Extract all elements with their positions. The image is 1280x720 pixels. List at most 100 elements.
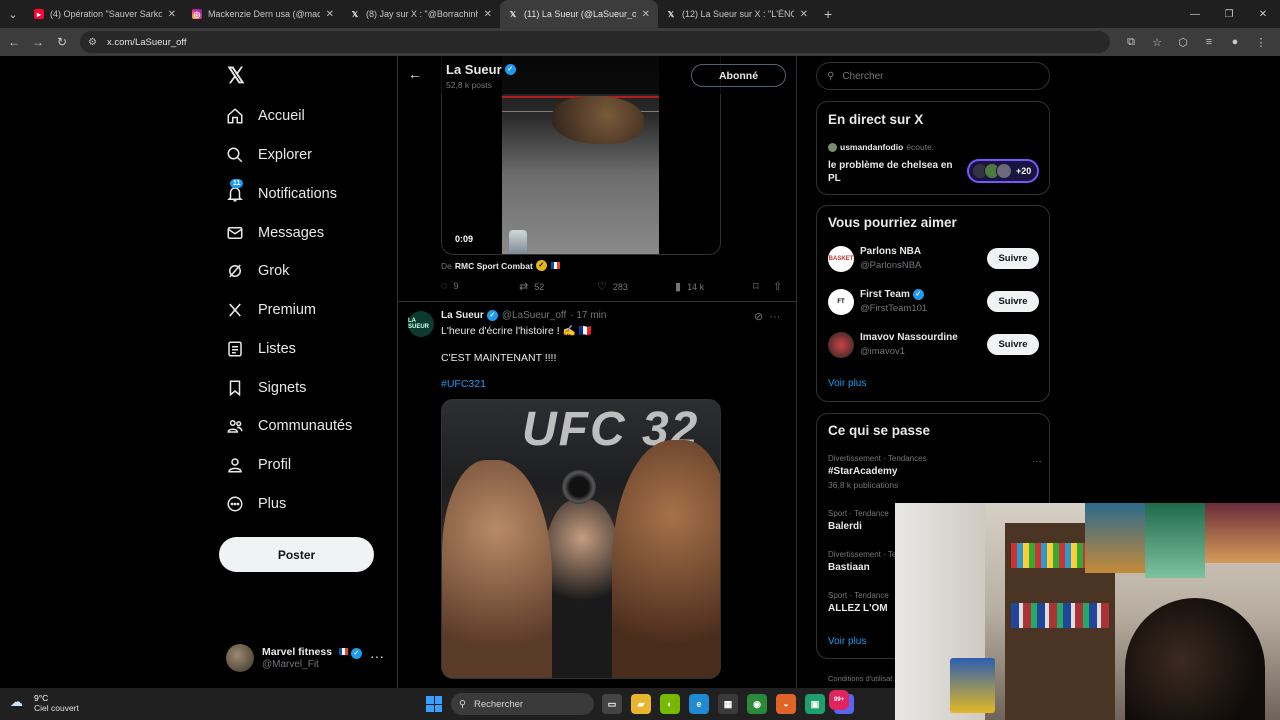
browser-tab-strip: ⌄ ▸ (4) Opération "Sauver Sarko", la ✕ ◎…	[0, 0, 1280, 28]
live-topic[interactable]: le problème de chelsea en PL	[828, 159, 963, 185]
following-button[interactable]: Abonné	[691, 64, 786, 87]
close-tab-icon[interactable]: ✕	[642, 9, 650, 20]
media-control-icon[interactable]: ≡	[1196, 36, 1222, 48]
suggestion-item[interactable]: Imavov Nassourdine @imavov1 Suivre	[828, 332, 1042, 362]
like-button[interactable]: ♡ 283	[597, 280, 628, 293]
sidebar-item-explorer[interactable]: Explorer	[220, 137, 312, 173]
chrome-icon[interactable]: ◉	[747, 694, 767, 714]
app-icon[interactable]: ▣	[805, 694, 825, 714]
sidebar-item-grok[interactable]: Grok	[220, 253, 289, 289]
trend-meta: Divertissement · Tendances	[828, 454, 927, 463]
search-placeholder: Chercher	[842, 70, 884, 82]
new-tab-icon[interactable]: +	[816, 6, 840, 22]
browser-tab[interactable]: ◎ Mackenzie Dern usa (@macke ✕	[184, 0, 342, 28]
suggestion-handle: @FirstTeam101	[860, 303, 928, 314]
close-tab-icon[interactable]: ✕	[484, 9, 492, 20]
tweet-photo[interactable]: UFC 32	[441, 399, 721, 679]
close-window-icon[interactable]: ✕	[1246, 0, 1280, 28]
tweet-author-name[interactable]: La Sueur	[441, 310, 484, 321]
nvidia-icon[interactable]: ◐	[660, 694, 680, 714]
url-field[interactable]: ⚙ x.com/LaSueur_off	[80, 31, 1110, 53]
see-more-link[interactable]: Voir plus	[828, 378, 866, 389]
footer-link[interactable]: Conditions d'utilisat	[828, 674, 892, 683]
main-timeline: 0:09 De RMC Sport Combat ✓ ◌ 9 ⇄ 52 ♡ 283 ▮…	[397, 56, 797, 688]
back-icon[interactable]: ←	[2, 28, 26, 56]
avatar[interactable]: LA SUEUR	[408, 311, 434, 337]
tab-search-icon[interactable]: ⌄	[0, 0, 26, 28]
browser-tab[interactable]: ▸ (4) Opération "Sauver Sarko", la ✕	[26, 0, 184, 28]
menu-kebab-icon[interactable]: ⋮	[1248, 36, 1274, 49]
bookmark-button[interactable]: ⌑	[753, 280, 765, 293]
back-arrow-icon[interactable]: ←	[408, 66, 422, 82]
reply-button[interactable]: ◌ 9	[441, 280, 459, 292]
sidebar-item-plus[interactable]: Plus	[220, 486, 286, 522]
grok-icon[interactable]: ⊘	[754, 311, 763, 323]
retweet-count: 52	[534, 281, 545, 292]
more-options-icon[interactable]: ···	[769, 311, 780, 323]
extensions-icon[interactable]: ⬡	[1170, 36, 1196, 49]
browser-tab[interactable]: 𝕏 (8) Jay sur X : "@BorrachinhaMi ✕	[342, 0, 500, 28]
forward-icon[interactable]: →	[26, 28, 50, 56]
edge-icon[interactable]: e	[689, 694, 709, 714]
search-input[interactable]: ⚲ Chercher	[816, 62, 1050, 90]
reply-count: 9	[453, 281, 459, 291]
profile-icon[interactable]: ●	[1222, 36, 1248, 48]
follow-button[interactable]: Suivre	[987, 291, 1039, 312]
install-app-icon[interactable]: ⧉	[1118, 36, 1144, 49]
follow-button[interactable]: Suivre	[987, 334, 1039, 355]
share-button[interactable]: ⇧	[773, 280, 788, 293]
sidebar-item-premium[interactable]: Premium	[220, 292, 316, 328]
tweet-author-handle[interactable]: @LaSueur_off	[502, 310, 566, 321]
fighter-left-figure	[442, 460, 552, 678]
store-icon[interactable]: ▦	[718, 694, 738, 714]
avatar	[226, 644, 254, 672]
live-listeners-pill[interactable]: +20	[967, 159, 1039, 183]
firefox-icon[interactable]: ◒	[776, 694, 796, 714]
site-settings-icon[interactable]: ⚙	[88, 37, 97, 48]
account-switcher[interactable]: Marvel fitness ✓ @Marvel_Fit ···	[226, 642, 386, 674]
close-tab-icon[interactable]: ✕	[800, 9, 808, 20]
close-tab-icon[interactable]: ✕	[326, 9, 334, 20]
minimize-icon[interactable]: —	[1178, 0, 1212, 28]
source-link[interactable]: RMC Sport Combat	[455, 261, 533, 271]
discord-icon[interactable]: ◕99+	[829, 690, 854, 714]
sidebar-item-profil[interactable]: Profil	[220, 447, 291, 483]
taskbar-search[interactable]: ⚲ Rechercher	[451, 693, 594, 715]
task-view-icon[interactable]: ▭	[602, 694, 622, 714]
sidebar-item-messages[interactable]: Messages	[220, 215, 324, 251]
trend-item[interactable]: Divertissement · Tendances #StarAcademy …	[828, 454, 1042, 490]
sidebar-item-label: Premium	[258, 302, 317, 318]
suggestion-item[interactable]: FT First Team ✓ @FirstTeam101 Suivre	[828, 289, 1042, 319]
bookmark-star-icon[interactable]: ☆	[1144, 36, 1170, 49]
sidebar-item-signets[interactable]: Signets	[220, 370, 306, 406]
sidebar-item-listes[interactable]: Listes	[220, 331, 296, 367]
sidebar-item-label: Plus	[258, 496, 287, 512]
follow-button[interactable]: Suivre	[987, 248, 1039, 269]
browser-tab[interactable]: 𝕏 (12) La Sueur sur X : "L'ÉNORME ✕	[658, 0, 816, 28]
live-host[interactable]: usmandanfodio écoute.	[828, 142, 934, 152]
reload-icon[interactable]: ↻	[50, 28, 74, 56]
x-logo[interactable]: 𝕏	[224, 64, 248, 88]
post-button[interactable]: Poster	[219, 537, 374, 572]
see-more-link[interactable]: Voir plus	[828, 636, 866, 647]
close-tab-icon[interactable]: ✕	[168, 9, 176, 20]
hashtag-link[interactable]: #UFC321	[441, 378, 486, 390]
sidebar-item-notifications[interactable]: 11 Notifications	[220, 176, 337, 212]
panel-title: Ce qui se passe	[828, 423, 931, 438]
maximize-icon[interactable]: ❐	[1212, 0, 1246, 28]
file-explorer-icon[interactable]: ▰	[631, 694, 651, 714]
tweet-time[interactable]: · 17 min	[570, 310, 606, 321]
retweet-button[interactable]: ⇄ 52	[519, 280, 544, 293]
sidebar-item-communautes[interactable]: Communautés	[220, 408, 352, 444]
suggestion-item[interactable]: BASKET Parlons NBA @ParlonsNBA Suivre	[828, 246, 1042, 276]
views-button[interactable]: ▮ 14 k	[675, 280, 704, 293]
more-options-icon[interactable]: ···	[1032, 456, 1042, 467]
browser-tab-active[interactable]: 𝕏 (11) La Sueur (@LaSueur_off) / X ✕	[500, 0, 658, 28]
weather-widget[interactable]: ☁ 9°C Ciel couvert	[10, 693, 79, 713]
windows-start-icon[interactable]	[426, 696, 442, 712]
sidebar-item-accueil[interactable]: Accueil	[220, 98, 305, 134]
x-icon: 𝕏	[667, 9, 675, 19]
list-icon	[220, 337, 250, 361]
more-options-icon[interactable]: ···	[370, 648, 384, 664]
tweet-header: La Sueur ✓ @LaSueur_off · 17 min	[441, 310, 606, 321]
